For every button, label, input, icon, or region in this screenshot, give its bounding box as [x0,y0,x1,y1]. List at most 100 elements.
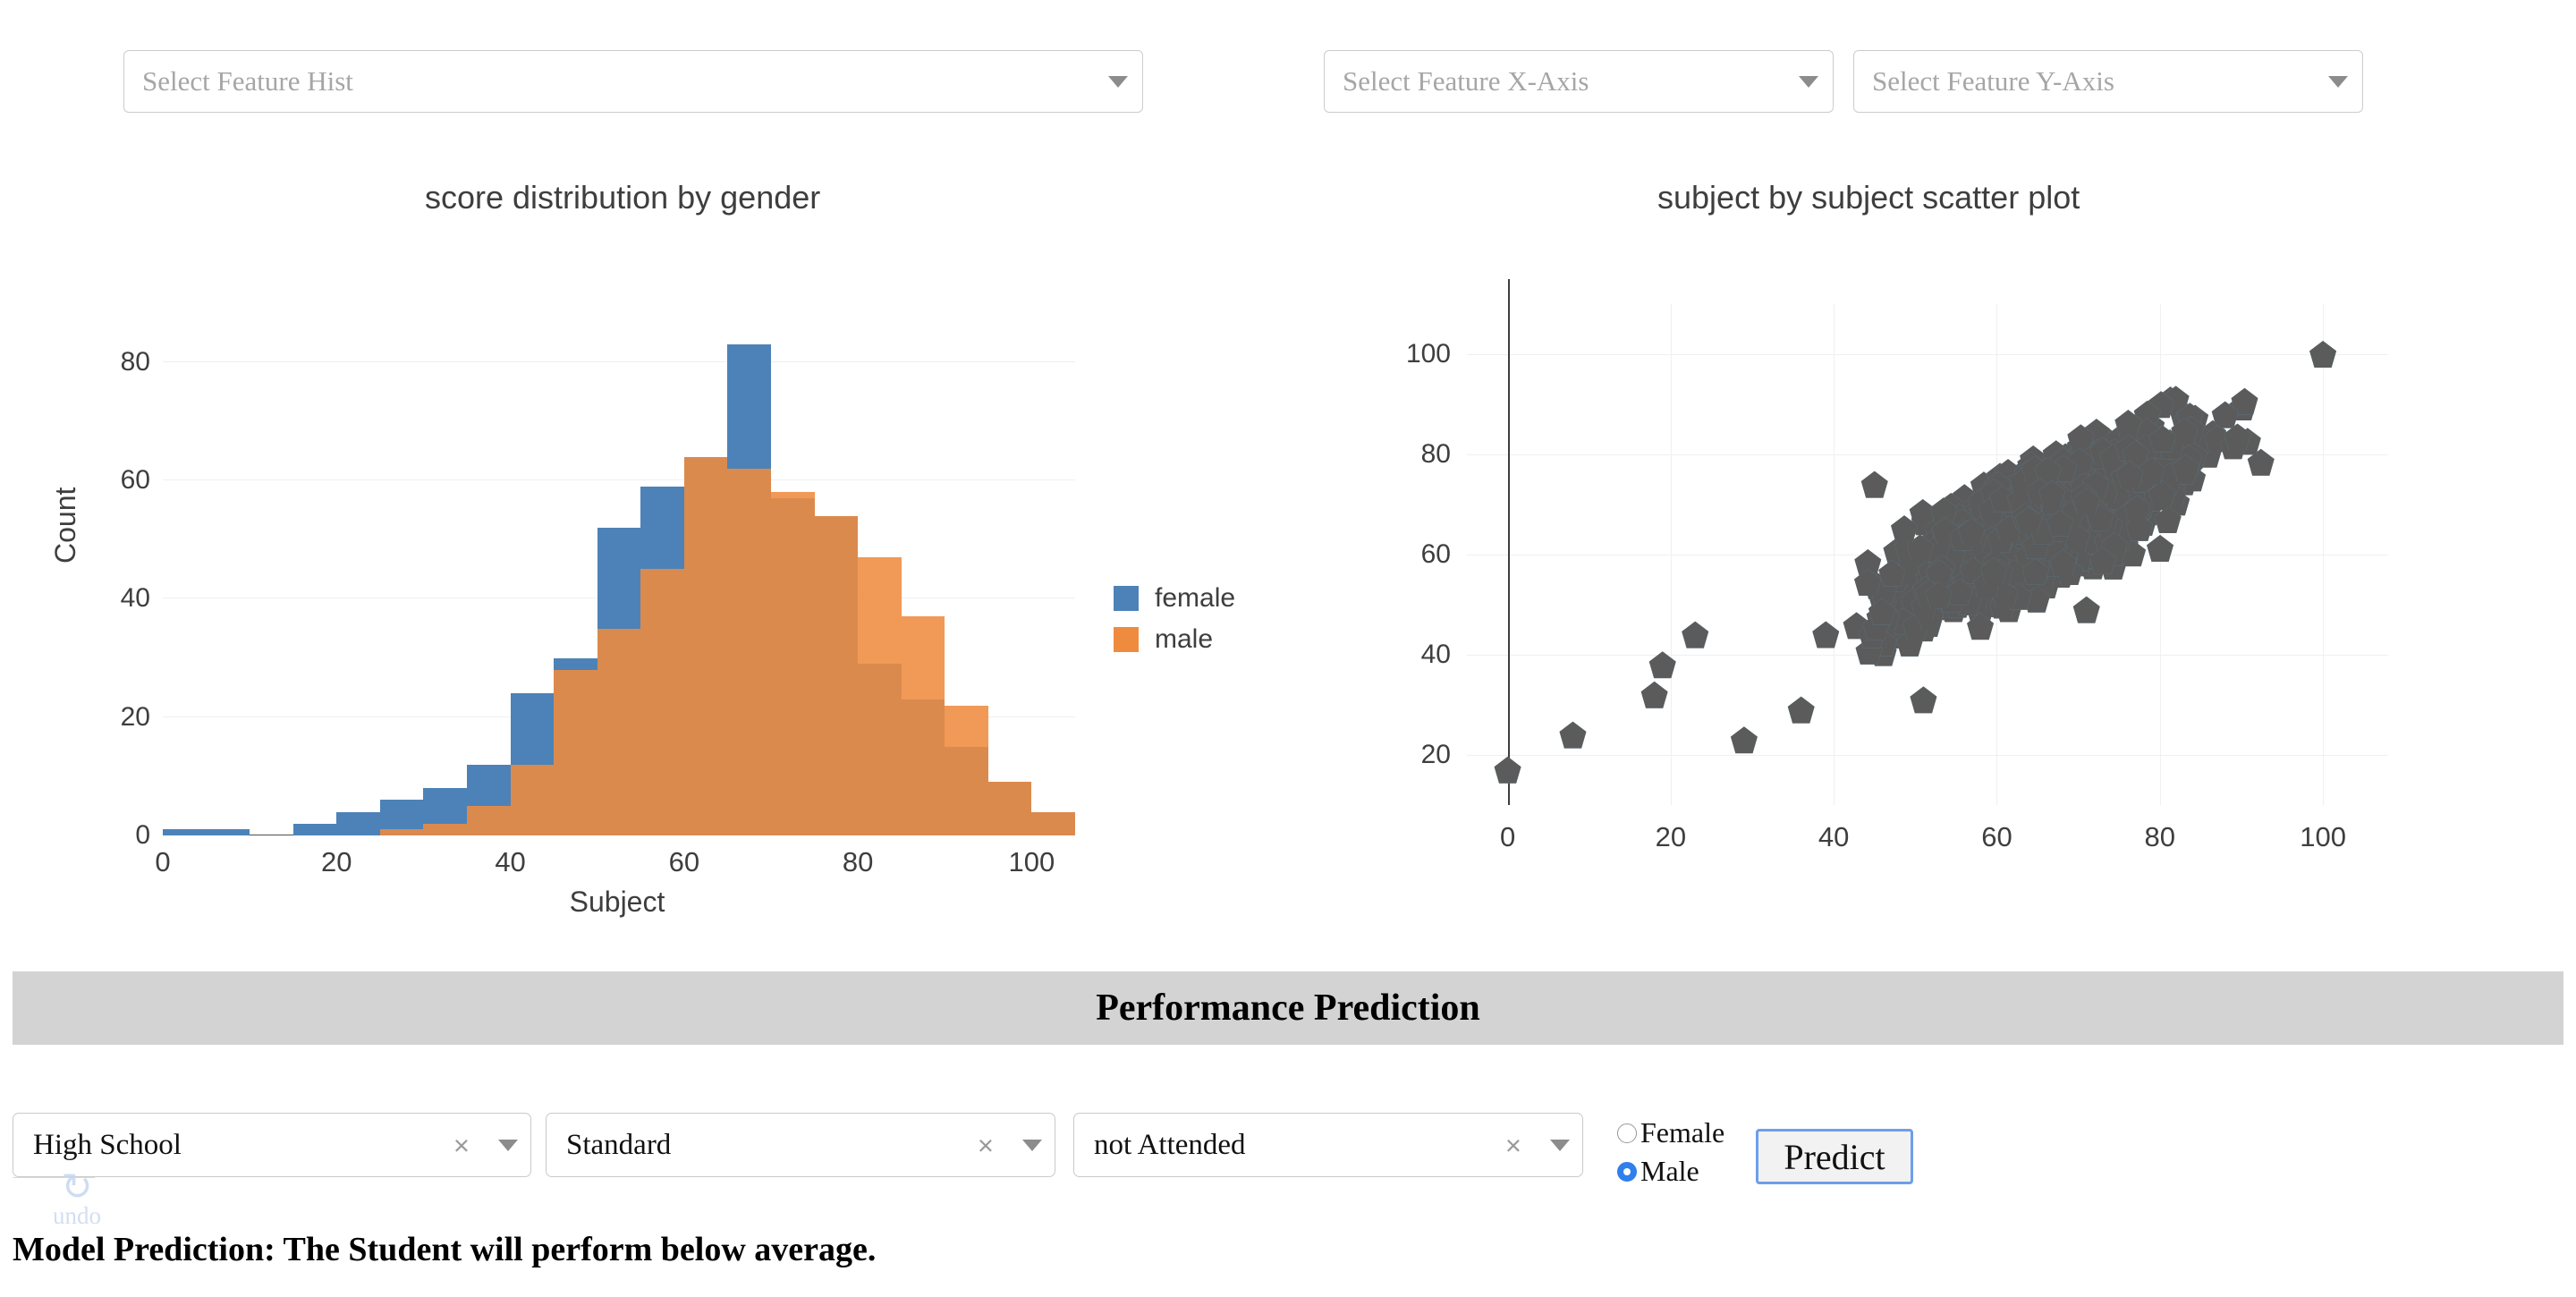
y-tick-label: 20 [1420,740,1451,769]
x-tick-label: 80 [842,846,874,877]
chevron-down-icon[interactable] [1022,1139,1042,1151]
scatter-title: subject by subject scatter plot [1657,179,2080,216]
scatter-plot-area: 20 40 60 80 100 0 20 40 60 80 100 [1406,279,2388,852]
feature-selector-row: Select Feature Hist Select Feature X-Axi… [0,0,2576,143]
y-tick-label: 100 [1405,339,1451,369]
performance-prediction-title: Performance Prediction [1096,988,1480,1029]
prep-course-select-value: not Attended [1094,1128,1246,1161]
histogram-bar [727,468,771,835]
scatter-point [2309,341,2337,368]
performance-prediction-header: Performance Prediction [13,971,2563,1045]
radio-icon-selected[interactable] [1617,1161,1637,1182]
legend-label: male [1155,624,1214,654]
gridline [1467,755,2388,756]
histogram-bar [510,764,555,835]
chevron-down-icon[interactable] [1550,1139,1570,1151]
select-feature-y-axis-placeholder: Select Feature Y-Axis [1872,65,2114,97]
histogram-y-axis-label: Count [49,487,81,564]
histogram-bar [771,492,815,835]
y-tick-label: 40 [1420,640,1451,669]
histogram-bar [597,628,641,835]
x-tick-label: 60 [1981,821,2012,852]
histogram-bar [554,669,597,835]
histogram-bar [901,616,945,835]
education-select[interactable]: High School × [13,1113,531,1177]
predict-button[interactable]: Predict [1756,1129,1913,1184]
histogram-legend: female male [1114,583,1235,665]
lunch-select-value: Standard [566,1128,672,1161]
histogram-bar [336,811,380,835]
select-feature-x-axis[interactable]: Select Feature X-Axis [1324,50,1834,113]
histogram-bar [1031,811,1075,835]
histogram-title: score distribution by gender [425,179,821,216]
histogram-bar [163,829,207,835]
histogram-bar [858,557,902,835]
y-tick-label: 0 [135,820,150,850]
gridline [163,479,1075,481]
gender-radio-male[interactable]: Male [1617,1155,1751,1188]
select-feature-hist-placeholder: Select Feature Hist [142,65,353,97]
scatter-point [1730,726,1758,754]
gridline [2323,304,2325,805]
histogram-x-axis-label: Subject [569,886,665,918]
gridline [1467,354,2388,355]
chevron-down-icon[interactable] [1799,75,1818,88]
app-root: Select Feature Hist Select Feature X-Axi… [0,0,2576,1297]
scatter-point [1812,621,1840,648]
histogram-bar [987,782,1032,835]
gender-radio-female-label: Female [1640,1116,1725,1149]
y-tick-label: 80 [120,346,150,377]
clear-icon[interactable]: × [978,1132,994,1159]
scatter-y-axis-line [1507,279,1510,805]
scatter-point [1682,621,1709,648]
education-select-value: High School [33,1128,182,1161]
gridline [1670,304,1672,805]
legend-swatch [1114,627,1139,652]
chevron-down-icon[interactable] [2328,75,2348,88]
scatter-point [1640,681,1668,708]
scatter-point [1787,696,1815,724]
legend-item[interactable]: male [1114,624,1235,655]
legend-swatch [1114,586,1139,611]
histogram-bar [467,805,511,835]
scatter-chart: 20 40 60 80 100 0 20 40 60 80 100 [1288,268,2576,894]
legend-item[interactable]: female [1114,583,1235,614]
undo-control[interactable]: ↻ undo [50,1168,104,1230]
scatter-point [1860,470,1888,498]
histogram-bar [423,823,467,835]
select-feature-x-axis-placeholder: Select Feature X-Axis [1343,65,1589,97]
gridline [163,360,1075,362]
histogram-bar [945,705,988,835]
histogram-bar [640,569,684,835]
x-tick-label: 100 [2300,821,2346,852]
select-feature-hist[interactable]: Select Feature Hist [123,50,1143,113]
histogram-bar [683,456,728,835]
scatter-point [2147,535,2174,562]
y-tick-label: 80 [1420,439,1451,469]
histogram-chart: Count Subject 0 20 40 60 80 0 20 40 60 80 100 fem… [0,268,1288,918]
x-tick-label: 60 [668,846,700,877]
lunch-select[interactable]: Standard × [546,1113,1055,1177]
scatter-point [1559,721,1587,749]
histogram-bar [292,823,337,835]
clear-icon[interactable]: × [1505,1132,1521,1159]
undo-label: undo [53,1202,101,1229]
prep-course-select[interactable]: not Attended × [1073,1113,1583,1177]
chevron-down-icon[interactable] [1108,75,1128,88]
radio-icon[interactable] [1617,1123,1637,1143]
select-feature-y-axis[interactable]: Select Feature Y-Axis [1853,50,2363,113]
chevron-down-icon[interactable] [498,1139,518,1151]
y-tick-label: 40 [120,583,150,614]
x-tick-label: 0 [1499,821,1516,852]
gender-radio-female[interactable]: Female [1617,1116,1751,1149]
histogram-bar [379,829,424,835]
x-tick-label: 20 [1655,821,1687,852]
gender-radio-group[interactable]: Female Male [1617,1116,1751,1193]
scatter-point [1494,756,1521,784]
y-tick-label: 60 [1420,539,1451,569]
y-tick-label: 20 [120,701,150,732]
histogram-bar [206,829,250,835]
clear-icon[interactable]: × [453,1132,470,1159]
gridline [1834,304,1835,805]
legend-label: female [1155,583,1236,613]
